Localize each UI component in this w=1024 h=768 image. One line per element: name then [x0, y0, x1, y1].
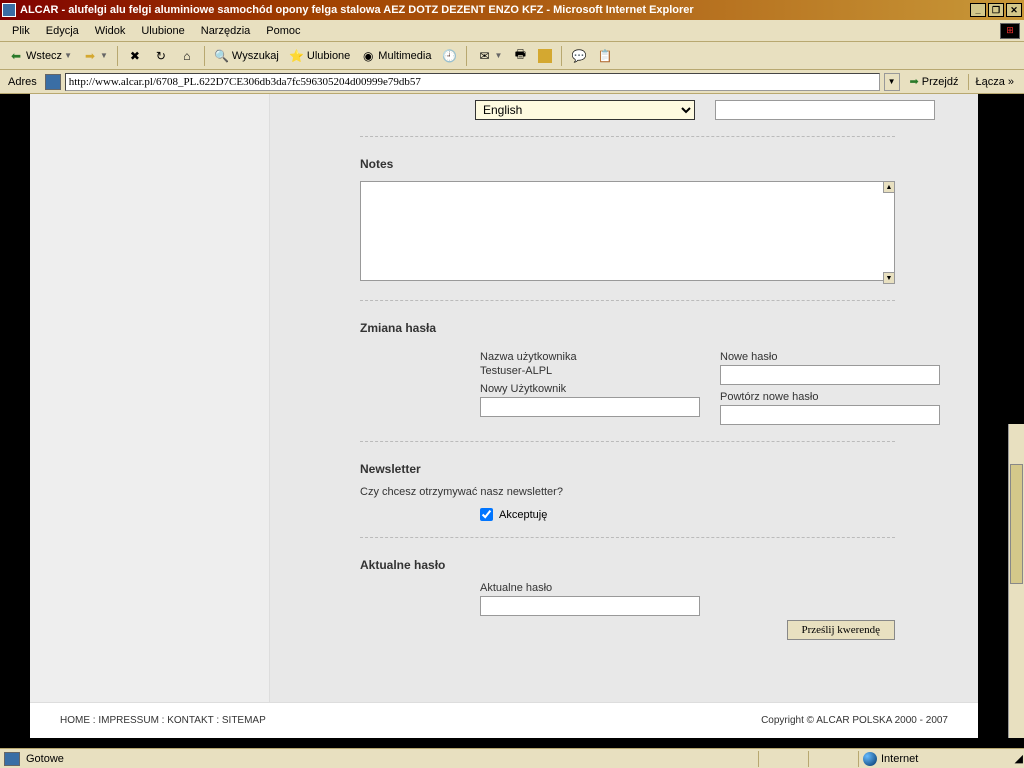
discuss-button[interactable]: 💬: [567, 45, 591, 67]
statusbar: Gotowe Internet ◢: [0, 748, 1024, 768]
scroll-down-icon[interactable]: ▼: [883, 272, 895, 284]
repeatpass-label: Powtórz nowe hasło: [720, 391, 940, 403]
forward-button[interactable]: ➡▼: [78, 45, 112, 67]
print-icon: 🖶: [512, 48, 528, 64]
ie-icon: [2, 3, 16, 17]
top-right-input[interactable]: [715, 100, 935, 120]
vertical-scrollbar[interactable]: [1008, 424, 1024, 738]
minimize-button[interactable]: _: [970, 3, 986, 17]
arrow-left-icon: ⬅: [8, 48, 24, 64]
menu-widok[interactable]: Widok: [87, 23, 134, 39]
divider: [360, 300, 895, 301]
language-select[interactable]: English: [475, 100, 695, 120]
globe-icon: [863, 752, 877, 766]
newuser-input[interactable]: [480, 397, 700, 417]
url-dropdown[interactable]: ▼: [884, 73, 900, 91]
divider: [360, 136, 895, 137]
status-pane: [758, 751, 808, 767]
star-icon: ⭐: [289, 48, 305, 64]
ie-icon: [4, 752, 20, 766]
divider: [360, 441, 895, 442]
username-value: Testuser-ALPL: [480, 365, 700, 377]
footer-links[interactable]: HOME : IMPRESSUM : KONTAKT : SITEMAP: [60, 715, 266, 726]
currentpass-heading: Aktualne hasło: [360, 558, 895, 572]
toolbar: ⬅Wstecz▼ ➡▼ ✖ ↻ ⌂ 🔍Wyszukaj ⭐Ulubione ◉M…: [0, 42, 1024, 70]
mail-button[interactable]: ✉▼: [472, 45, 506, 67]
menu-pomoc[interactable]: Pomoc: [258, 23, 308, 39]
print-button[interactable]: 🖶: [508, 45, 532, 67]
menu-plik[interactable]: Plik: [4, 23, 38, 39]
notes-textarea[interactable]: [360, 181, 895, 281]
media-button[interactable]: ◉Multimedia: [356, 45, 435, 67]
main-content: English Notes ▲ ▼ Zmiana hasła Nazwa uż: [275, 94, 975, 702]
mail-icon: ✉: [476, 48, 492, 64]
home-icon: ⌂: [179, 48, 195, 64]
accept-checkbox[interactable]: [480, 508, 493, 521]
newuser-label: Nowy Użytkownik: [480, 383, 700, 395]
address-label: Adres: [4, 76, 41, 88]
window-titlebar: ALCAR - alufelgi alu felgi aluminiowe sa…: [0, 0, 1024, 20]
newpass-input[interactable]: [720, 365, 940, 385]
currentpass-label: Aktualne hasło: [480, 582, 895, 594]
windows-logo-icon: ⊞: [1000, 23, 1020, 39]
content-viewport: English Notes ▲ ▼ Zmiana hasła Nazwa uż: [0, 94, 1024, 738]
currentpass-input[interactable]: [480, 596, 700, 616]
footer-copyright: Copyright © ALCAR POLSKA 2000 - 2007: [761, 715, 948, 726]
newsletter-heading: Newsletter: [360, 462, 895, 476]
zone-pane: Internet: [858, 751, 1008, 767]
menu-ulubione[interactable]: Ulubione: [133, 23, 192, 39]
media-icon: ◉: [360, 48, 376, 64]
research-button[interactable]: 📋: [593, 45, 617, 67]
history-icon: 🕘: [441, 48, 457, 64]
edit-button[interactable]: [534, 45, 556, 67]
favorites-button[interactable]: ⭐Ulubione: [285, 45, 354, 67]
url-field[interactable]: http://www.alcar.pl/6708_PL.622D7CE306db…: [65, 73, 880, 91]
links-bar[interactable]: Łącza »: [968, 74, 1020, 90]
notes-heading: Notes: [360, 157, 895, 171]
history-button[interactable]: 🕘: [437, 45, 461, 67]
stop-button[interactable]: ✖: [123, 45, 147, 67]
scrollbar-thumb[interactable]: [1010, 464, 1023, 584]
search-icon: 🔍: [214, 48, 230, 64]
research-icon: 📋: [597, 48, 613, 64]
addressbar: Adres http://www.alcar.pl/6708_PL.622D7C…: [0, 70, 1024, 94]
back-button[interactable]: ⬅Wstecz▼: [4, 45, 76, 67]
status-text: Gotowe: [24, 753, 758, 765]
page: English Notes ▲ ▼ Zmiana hasła Nazwa uż: [30, 94, 978, 738]
sidebar: [30, 94, 270, 702]
divider: [360, 537, 895, 538]
username-label: Nazwa użytkownika: [480, 351, 700, 363]
password-change-heading: Zmiana hasła: [360, 321, 895, 335]
page-icon: [45, 74, 61, 90]
stop-icon: ✖: [127, 48, 143, 64]
go-button[interactable]: ➡Przejdź: [904, 73, 965, 90]
refresh-button[interactable]: ↻: [149, 45, 173, 67]
go-icon: ➡: [910, 75, 919, 88]
edit-icon: [538, 49, 552, 63]
accept-label: Akceptuję: [499, 509, 547, 521]
discuss-icon: 💬: [571, 48, 587, 64]
close-button[interactable]: ✕: [1006, 3, 1022, 17]
status-pane: [808, 751, 858, 767]
refresh-icon: ↻: [153, 48, 169, 64]
submit-button[interactable]: Prześlij kwerendę: [787, 620, 896, 640]
arrow-right-icon: ➡: [82, 48, 98, 64]
maximize-button[interactable]: ❐: [988, 3, 1004, 17]
menu-narzedzia[interactable]: Narzędzia: [193, 23, 259, 39]
resize-grip[interactable]: ◢: [1008, 751, 1024, 766]
repeatpass-input[interactable]: [720, 405, 940, 425]
search-button[interactable]: 🔍Wyszukaj: [210, 45, 283, 67]
window-title: ALCAR - alufelgi alu felgi aluminiowe sa…: [20, 4, 968, 16]
menubar: Plik Edycja Widok Ulubione Narzędzia Pom…: [0, 20, 1024, 42]
home-button[interactable]: ⌂: [175, 45, 199, 67]
newpass-label: Nowe hasło: [720, 351, 940, 363]
menu-edycja[interactable]: Edycja: [38, 23, 87, 39]
zone-label: Internet: [881, 753, 918, 765]
scroll-up-icon[interactable]: ▲: [883, 181, 895, 193]
newsletter-question: Czy chcesz otrzymywać nasz newsletter?: [360, 486, 895, 498]
page-footer: HOME : IMPRESSUM : KONTAKT : SITEMAP Cop…: [30, 702, 978, 738]
